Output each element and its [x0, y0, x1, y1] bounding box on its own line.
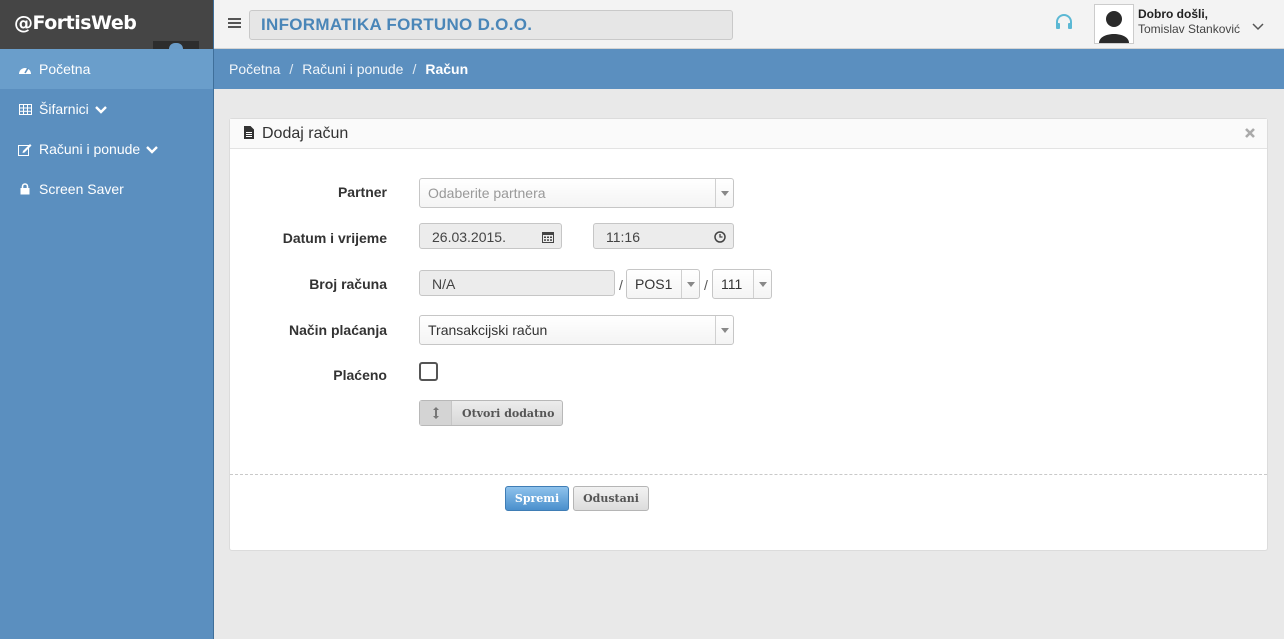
form-divider — [230, 474, 1267, 475]
dropdown-arrow-icon — [681, 270, 699, 298]
company-name: INFORMATIKA FORTUNO D.O.O. — [249, 10, 733, 40]
sidebar-item-label: Računi i ponude — [39, 141, 141, 157]
chevron-down-icon[interactable] — [1252, 18, 1264, 31]
payment-method-value: Transakcijski račun — [428, 322, 548, 338]
partner-placeholder: Odaberite partnera — [428, 185, 546, 201]
sidebar-item-screen-saver[interactable]: Screen Saver — [0, 169, 213, 209]
save-button[interactable]: Spremi — [505, 486, 569, 511]
calendar-icon[interactable] — [542, 230, 554, 243]
paid-label: Plaćeno — [333, 367, 387, 383]
invoice-number-input[interactable]: N/A — [419, 270, 615, 296]
time-input[interactable]: 11:16 — [593, 223, 734, 249]
dropdown-arrow-icon — [715, 179, 733, 207]
sidebar-item-label: Screen Saver — [39, 181, 124, 197]
pos-select[interactable]: POS1 — [626, 269, 700, 299]
user-name: Tomislav Stanković — [1138, 22, 1241, 36]
payment-method-select[interactable]: Transakcijski račun — [419, 315, 734, 345]
open-more-label: Otvori dodatno — [462, 406, 555, 420]
date-value: 26.03.2015. — [432, 229, 506, 245]
chevron-down-icon — [94, 101, 107, 117]
chevron-down-icon — [146, 141, 159, 157]
time-value: 11:16 — [606, 229, 640, 245]
breadcrumb-separator: / — [289, 61, 294, 77]
datetime-label: Datum i vrijeme — [282, 230, 387, 246]
edit-icon — [18, 142, 32, 156]
cancel-button[interactable]: Odustani — [573, 486, 649, 511]
menu-icon[interactable] — [228, 16, 242, 30]
date-input[interactable]: 26.03.2015. — [419, 223, 562, 249]
breadcrumb-current: Račun — [425, 61, 469, 77]
user-info[interactable]: Dobro došli, Tomislav Stanković — [1138, 7, 1240, 37]
logo-thumbnail — [153, 41, 199, 49]
invoice-number-value: N/A — [432, 276, 456, 292]
top-bar: INFORMATIKA FORTUNO D.O.O. Dobro došli, … — [214, 0, 1284, 49]
sidebar: @FortisWeb Početna Šifarnici Računi i po… — [0, 0, 214, 639]
dashboard-icon — [18, 62, 32, 76]
resize-vertical-icon — [420, 401, 452, 425]
separator-slash: / — [619, 277, 623, 293]
sidebar-item-label: Početna — [39, 61, 91, 77]
partner-select[interactable]: Odaberite partnera — [419, 178, 734, 208]
panel-header: Dodaj račun — [230, 119, 1267, 149]
paid-checkbox[interactable] — [419, 362, 438, 381]
dropdown-arrow-icon — [753, 270, 771, 298]
device-value: 111 — [721, 276, 743, 292]
separator-slash: / — [704, 277, 708, 293]
breadcrumb-separator: / — [412, 61, 417, 77]
panel-title: Dodaj račun — [262, 124, 349, 142]
invoice-number-label: Broj računa — [309, 276, 387, 292]
sidebar-item-pocetna[interactable]: Početna — [0, 49, 213, 89]
breadcrumb-item-pocetna[interactable]: Početna — [229, 61, 280, 77]
sidebar-item-sifarnici[interactable]: Šifarnici — [0, 89, 213, 129]
dropdown-arrow-icon — [715, 316, 733, 344]
add-invoice-panel: Dodaj račun Partner Odaberite partnera D… — [229, 118, 1268, 551]
payment-method-label: Način plaćanja — [288, 322, 387, 338]
device-select[interactable]: 111 — [712, 269, 772, 299]
app-logo[interactable]: @FortisWeb — [14, 12, 137, 34]
sidebar-item-racuni-i-ponude[interactable]: Računi i ponude — [0, 129, 213, 169]
breadcrumb-item-racuni-i-ponude[interactable]: Računi i ponude — [302, 61, 403, 77]
headset-icon[interactable] — [1054, 12, 1076, 34]
avatar[interactable] — [1094, 4, 1134, 44]
breadcrumb: Početna / Računi i ponude / Račun — [214, 49, 1284, 89]
open-more-button[interactable]: Otvori dodatno — [419, 400, 563, 426]
lock-icon — [18, 182, 32, 196]
pos-value: POS1 — [635, 276, 673, 292]
clock-icon[interactable] — [714, 230, 726, 243]
partner-label: Partner — [337, 184, 387, 200]
logo-bar: @FortisWeb — [0, 0, 213, 49]
user-greeting: Dobro došli, — [1138, 7, 1208, 21]
table-icon — [18, 102, 32, 116]
document-icon — [244, 125, 254, 142]
sidebar-item-label: Šifarnici — [39, 101, 89, 117]
close-icon[interactable] — [1244, 126, 1258, 140]
